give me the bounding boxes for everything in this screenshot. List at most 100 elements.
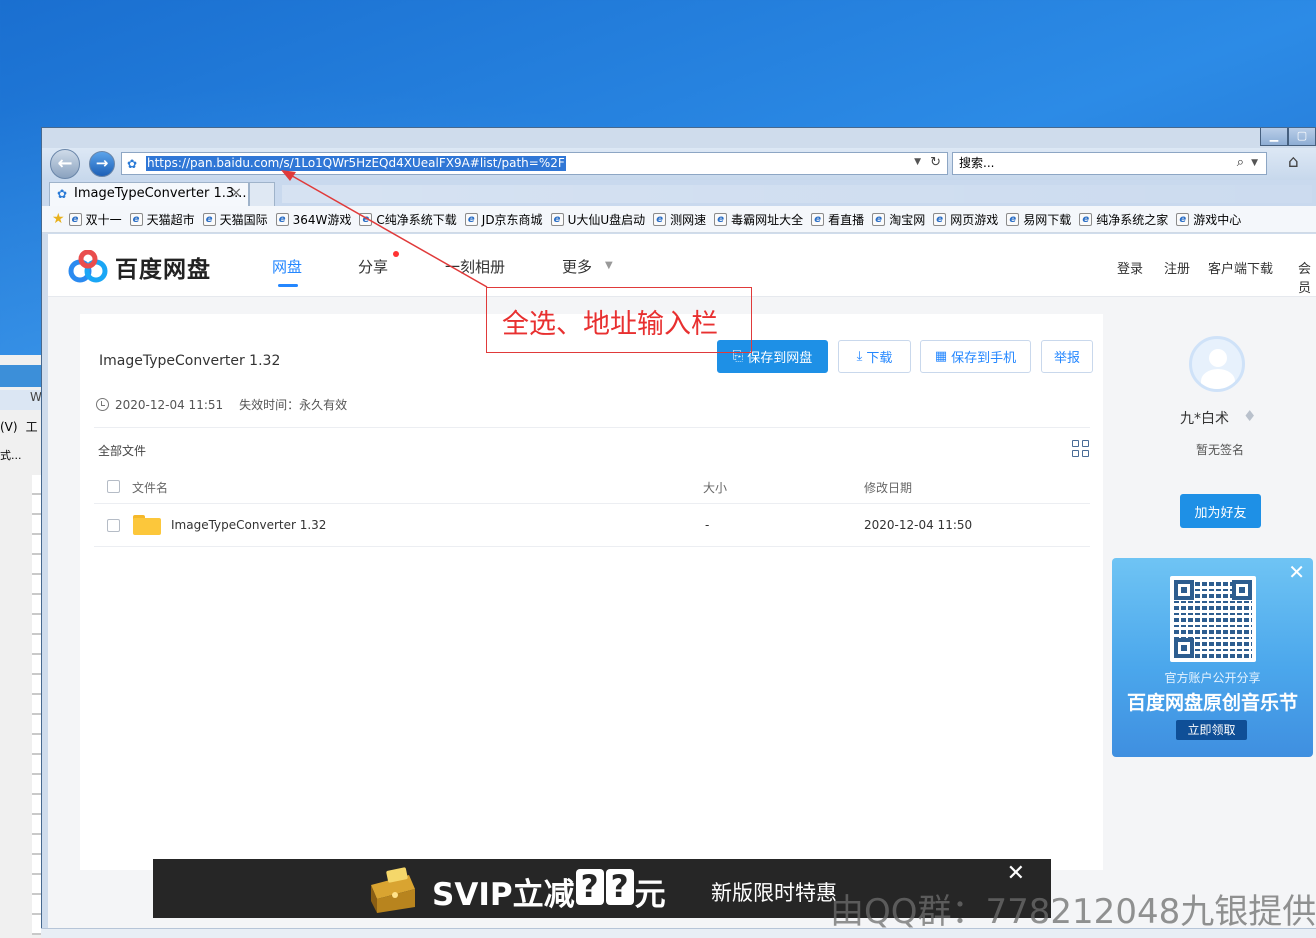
member-link[interactable]: 会员 — [1298, 258, 1316, 296]
save-label: 保存到网盘 — [747, 351, 813, 366]
promo-card[interactable]: ✕ 官方账户公开分享 百度网盘原创音乐节 立即领取 — [1112, 558, 1313, 757]
forward-button[interactable]: → — [89, 151, 115, 177]
favorite-label: 天猫超市 — [146, 212, 195, 227]
favorite-item[interactable]: e 游戏中心 — [1176, 211, 1241, 228]
favorite-item[interactable]: e 天猫超市 — [129, 211, 195, 228]
logo-text[interactable]: 百度网盘 — [115, 250, 211, 284]
avatar[interactable] — [1189, 336, 1245, 392]
tab-active[interactable]: ✿ ImageTypeConverter 1.3... × — [49, 182, 249, 206]
ad-suffix: 元 — [634, 877, 666, 913]
address-url[interactable]: https://pan.baidu.com/s/1Lo1QWr5HzEQd4XU… — [146, 156, 566, 171]
chevron-down-icon[interactable]: ▼ — [605, 260, 613, 271]
background-window-label: (V) — [0, 420, 18, 434]
annotation-box: 全选、地址输入栏 — [486, 287, 752, 353]
favorite-label: 网页游戏 — [950, 212, 999, 227]
report-button[interactable]: 举报 — [1041, 340, 1093, 373]
ad-mystery-digit: ? — [575, 869, 604, 905]
favorites-bar: ★ e 双十一 e 天猫超市 e 天猫国际 e 364W游戏 e C纯净系统下载 e JD京… — [42, 206, 1316, 233]
sharer-sidebar: 九*白术 ♦ 暂无签名 加为好友 ✕ 官方账户公开分享 百度网盘原创音乐节 立即… — [1110, 314, 1316, 870]
address-dropdown-icon[interactable]: ▼ — [914, 157, 921, 167]
ie-page-icon: e — [202, 212, 216, 226]
nav-share[interactable]: 分享 — [358, 256, 388, 277]
ie-page-icon: e — [550, 212, 564, 226]
ad-mystery-digit: ? — [605, 869, 634, 905]
file-name[interactable]: ImageTypeConverter 1.32 — [171, 518, 326, 532]
favorite-item[interactable]: e 淘宝网 — [872, 211, 925, 228]
favorite-item[interactable]: e U大仙U盘启动 — [550, 211, 646, 228]
row-checkbox[interactable] — [107, 519, 120, 532]
sharer-signature: 暂无签名 — [1196, 443, 1245, 457]
sharer-username[interactable]: 九*白术 — [1180, 408, 1229, 428]
login-link[interactable]: 登录 — [1117, 258, 1143, 277]
nav-netdisk[interactable]: 网盘 — [272, 256, 302, 277]
client-download-link[interactable]: 客户端下载 — [1208, 258, 1273, 277]
divider — [94, 427, 1090, 428]
ad-close-icon[interactable]: ✕ — [1007, 861, 1025, 886]
download-label: 下载 — [866, 351, 893, 366]
favorite-label: 毒霸网址大全 — [731, 212, 804, 227]
favorite-item[interactable]: e 易网下载 — [1006, 211, 1071, 228]
close-icon[interactable]: ✕ — [1288, 560, 1305, 584]
favorite-item[interactable]: e 测网速 — [653, 211, 706, 228]
favorite-item[interactable]: e 网页游戏 — [933, 211, 998, 228]
favorite-label: 双十一 — [85, 212, 122, 227]
favorite-item[interactable]: e 纯净系统之家 — [1079, 211, 1168, 228]
tab-close-icon[interactable]: × — [230, 185, 242, 201]
back-button[interactable]: ← — [50, 149, 80, 179]
search-box[interactable]: ⌕ ▼ — [952, 152, 1267, 175]
share-created-time: 2020-12-04 11:51 — [115, 397, 224, 412]
report-label: 举报 — [1053, 351, 1080, 366]
grid-view-icon[interactable] — [1072, 440, 1089, 457]
select-all-checkbox[interactable] — [107, 480, 120, 493]
table-row[interactable]: ImageTypeConverter 1.32 - 2020-12-04 11:… — [94, 504, 1090, 547]
ie-page-icon: e — [653, 212, 667, 226]
background-window-label: 式... — [0, 449, 22, 462]
ad-headline: SVIP立减?? 元 — [432, 869, 666, 914]
save-to-phone-button[interactable]: ▦ 保存到手机 — [920, 340, 1031, 373]
ie-page-icon: e — [933, 212, 947, 226]
breadcrumb-all-files[interactable]: 全部文件 — [98, 442, 146, 459]
nav-more[interactable]: 更多 — [562, 256, 592, 277]
add-friend-button[interactable]: 加为好友 — [1180, 494, 1261, 528]
browser-navbar: ← → ✿ https://pan.baidu.com/s/1Lo1QWr5Hz… — [42, 148, 1316, 180]
favorite-item[interactable]: e C纯净系统下载 — [359, 211, 457, 228]
ie-page-icon: e — [1006, 212, 1020, 226]
favorite-item[interactable]: e 天猫国际 — [202, 211, 268, 228]
address-bar[interactable]: ✿ https://pan.baidu.com/s/1Lo1QWr5HzEQd4… — [121, 152, 948, 175]
ie-page-icon: e — [714, 212, 728, 226]
baidu-pan-logo-icon[interactable] — [68, 250, 108, 284]
nav-album[interactable]: 一刻相册 — [445, 256, 505, 277]
search-input[interactable] — [959, 156, 1219, 170]
column-size[interactable]: 大小 — [703, 479, 727, 496]
clock-icon — [96, 398, 109, 411]
favorite-item[interactable]: e 看直播 — [811, 211, 864, 228]
ie-page-icon: e — [275, 212, 289, 226]
download-button[interactable]: ⤓ 下载 — [838, 340, 911, 373]
favorite-label: JD京东商城 — [481, 212, 543, 227]
baidu-pan-tab-icon: ✿ — [57, 187, 68, 201]
save-phone-label: 保存到手机 — [951, 351, 1017, 366]
promo-claim-button[interactable]: 立即领取 — [1176, 720, 1247, 740]
favorite-item[interactable]: e 毒霸网址大全 — [714, 211, 803, 228]
search-icon[interactable]: ⌕ — [1237, 155, 1244, 170]
favorites-star-icon[interactable]: ★ — [52, 211, 65, 227]
column-modified[interactable]: 修改日期 — [864, 479, 912, 496]
refresh-icon[interactable]: ↻ — [930, 155, 941, 170]
maximize-button[interactable]: ▢ — [1288, 128, 1316, 146]
background-tabs — [282, 185, 1312, 203]
favorite-item[interactable]: e JD京东商城 — [464, 211, 543, 228]
favorite-label: U大仙U盘启动 — [567, 212, 646, 227]
ie-page-icon: e — [129, 212, 143, 226]
column-name[interactable]: 文件名 — [132, 479, 168, 496]
ad-prefix: SVIP立减 — [432, 877, 575, 913]
register-link[interactable]: 注册 — [1164, 258, 1190, 277]
minimize-button[interactable]: ▁ — [1260, 128, 1288, 146]
ie-page-icon: e — [811, 212, 825, 226]
home-icon[interactable]: ⌂ — [1288, 152, 1299, 172]
favorite-item[interactable]: e 364W游戏 — [275, 211, 351, 228]
ie-page-icon: e — [1176, 212, 1190, 226]
new-tab-button[interactable] — [249, 182, 275, 206]
search-dropdown-icon[interactable]: ▼ — [1251, 158, 1258, 168]
watermark: 由QQ群：778212048九银提供 — [830, 892, 1316, 932]
favorite-item[interactable]: e 双十一 — [68, 211, 122, 228]
